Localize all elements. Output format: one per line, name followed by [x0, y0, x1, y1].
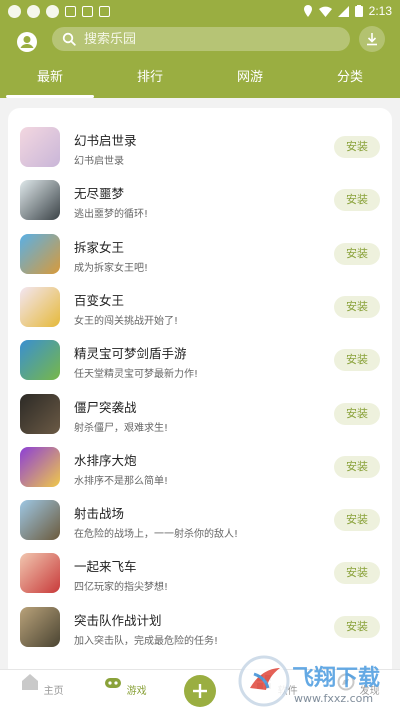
install-button[interactable]: 安装 [334, 562, 380, 585]
search-bar[interactable] [52, 27, 350, 51]
game-row[interactable]: 一起来飞车四亿玩家的指尖梦想! 安装 [8, 547, 392, 600]
game-row[interactable]: 突击队作战计划加入突击队，完成最危险的任务! 安装 [8, 601, 392, 654]
game-title: 水排序大炮 [74, 452, 137, 468]
install-button[interactable]: 安装 [334, 455, 380, 478]
racing-girl-icon[interactable] [20, 553, 60, 594]
nav-games[interactable]: 游戏 [95, 672, 155, 697]
search-input[interactable] [84, 31, 324, 47]
gamepad-icon [105, 678, 122, 688]
tab-latest[interactable]: 最新 [0, 66, 100, 98]
game-row[interactable]: 僵尸突袭战射杀僵尸，艰难求生! 安装 [8, 388, 392, 441]
install-button[interactable]: 安装 [334, 402, 380, 425]
runner-girl-icon[interactable] [20, 286, 60, 327]
game-title: 一起来飞车 [74, 559, 137, 575]
game-description: 幻书启世录 [74, 156, 124, 167]
game-title: 僵尸突袭战 [74, 399, 137, 415]
game-description: 女王的闯关挑战开始了! [74, 315, 179, 327]
game-row[interactable]: 精灵宝可梦剑盾手游任天堂精灵宝可梦最新力作! 安装 [8, 334, 392, 387]
game-description: 在危险的战场上，一一射杀你的敌人! [74, 529, 239, 541]
status-bar: 2:13 [0, 0, 400, 22]
install-button[interactable]: 安装 [334, 295, 380, 318]
game-row[interactable]: 百变女王女王的闯关挑战开始了! 安装 [8, 281, 392, 334]
battery-icon [354, 5, 363, 17]
battlefield-icon[interactable] [20, 500, 60, 541]
color-tubes-icon[interactable] [20, 446, 60, 487]
notification-icon [46, 4, 59, 18]
game-description: 四亿玩家的指尖梦想! [74, 582, 169, 594]
game-description: 成为拆家女王吧! [74, 262, 149, 274]
watermark-logo: 飞翔下载 www.fxxz.com [238, 655, 380, 707]
game-title: 突击队作战计划 [74, 612, 162, 628]
a-icon [99, 5, 110, 17]
status-system: 2:13 [303, 4, 392, 18]
shield-icon [82, 5, 93, 17]
tab-online-games[interactable]: 网游 [200, 66, 300, 96]
anime-girl-icon[interactable] [20, 127, 60, 167]
game-row[interactable]: 幻书启世录 幻书启世录 安装 [8, 121, 392, 174]
notification-icon [27, 4, 40, 18]
install-button[interactable]: 安装 [334, 349, 380, 372]
signal-icon [337, 5, 349, 17]
install-button[interactable]: 安装 [334, 615, 380, 638]
tab-categories[interactable]: 分类 [300, 66, 400, 96]
install-button[interactable]: 安装 [334, 509, 380, 532]
watermark: 飞翔下载 www.fxxz.com [236, 652, 396, 710]
commando-icon[interactable] [20, 606, 60, 647]
app-header: 最新 排行 网游 分类 [0, 22, 400, 98]
install-button[interactable]: 安装 [334, 242, 380, 265]
location-icon [303, 5, 312, 17]
dark-hand-icon[interactable] [20, 180, 60, 221]
download-icon [367, 33, 377, 46]
pokemon-icon[interactable] [20, 340, 60, 381]
game-row[interactable]: 水排序大炮水排序不是那么简单! 安装 [8, 441, 392, 494]
game-list: 幻书启世录 幻书启世录 安装 无尽噩梦 逃出噩梦的循环! 安装 拆家女王 成为拆家女王吧! 安装… [8, 108, 392, 680]
user-icon [17, 32, 37, 52]
game-row[interactable]: 射击战场在危险的战场上，一一射杀你的敌人! 安装 [8, 494, 392, 547]
wrecking-queen-icon[interactable] [20, 233, 60, 274]
add-button[interactable] [184, 675, 216, 707]
game-description: 逃出噩梦的循环! [74, 209, 149, 221]
nav-home[interactable]: 主页 [12, 672, 72, 697]
home-icon [22, 674, 39, 690]
nav-home-label: 主页 [43, 686, 64, 697]
tab-ranking[interactable]: 排行 [100, 66, 200, 96]
watermark-brand: 飞翔下载 [292, 665, 380, 691]
game-title: 幻书启世录 [74, 133, 137, 148]
nav-games-label: 游戏 [126, 686, 147, 697]
game-title: 射击战场 [74, 506, 125, 522]
game-row[interactable]: 无尽噩梦逃出噩梦的循环! 安装 [8, 174, 392, 227]
install-button[interactable]: 安装 [334, 136, 380, 158]
game-title: 精灵宝可梦剑盾手游 [74, 346, 187, 362]
game-description: 水排序不是那么简单! [74, 475, 169, 487]
game-row[interactable]: 拆家女王成为拆家女王吧! 安装 [8, 228, 392, 281]
game-title: 无尽噩梦 [74, 186, 125, 202]
game-title: 百变女王 [74, 292, 125, 308]
zombie-soldier-icon[interactable] [20, 393, 60, 434]
game-description: 加入突击队，完成最危险的任务! [74, 635, 219, 647]
game-description: 射杀僵尸，艰难求生! [74, 422, 169, 434]
watermark-url: www.fxxz.com [294, 692, 373, 705]
install-button[interactable]: 安装 [334, 189, 380, 212]
category-tabs: 最新 排行 网游 分类 [0, 66, 400, 98]
notification-icon [8, 4, 21, 18]
avatar[interactable] [14, 29, 40, 55]
download-button[interactable] [359, 26, 385, 52]
game-title: 拆家女王 [74, 239, 125, 255]
search-icon [62, 32, 76, 46]
status-time: 2:13 [368, 4, 392, 18]
status-notifications [8, 4, 110, 18]
mail-icon [65, 5, 76, 17]
game-description: 任天堂精灵宝可梦最新力作! [74, 369, 199, 381]
plus-icon [193, 684, 207, 698]
wifi-icon [318, 6, 332, 17]
